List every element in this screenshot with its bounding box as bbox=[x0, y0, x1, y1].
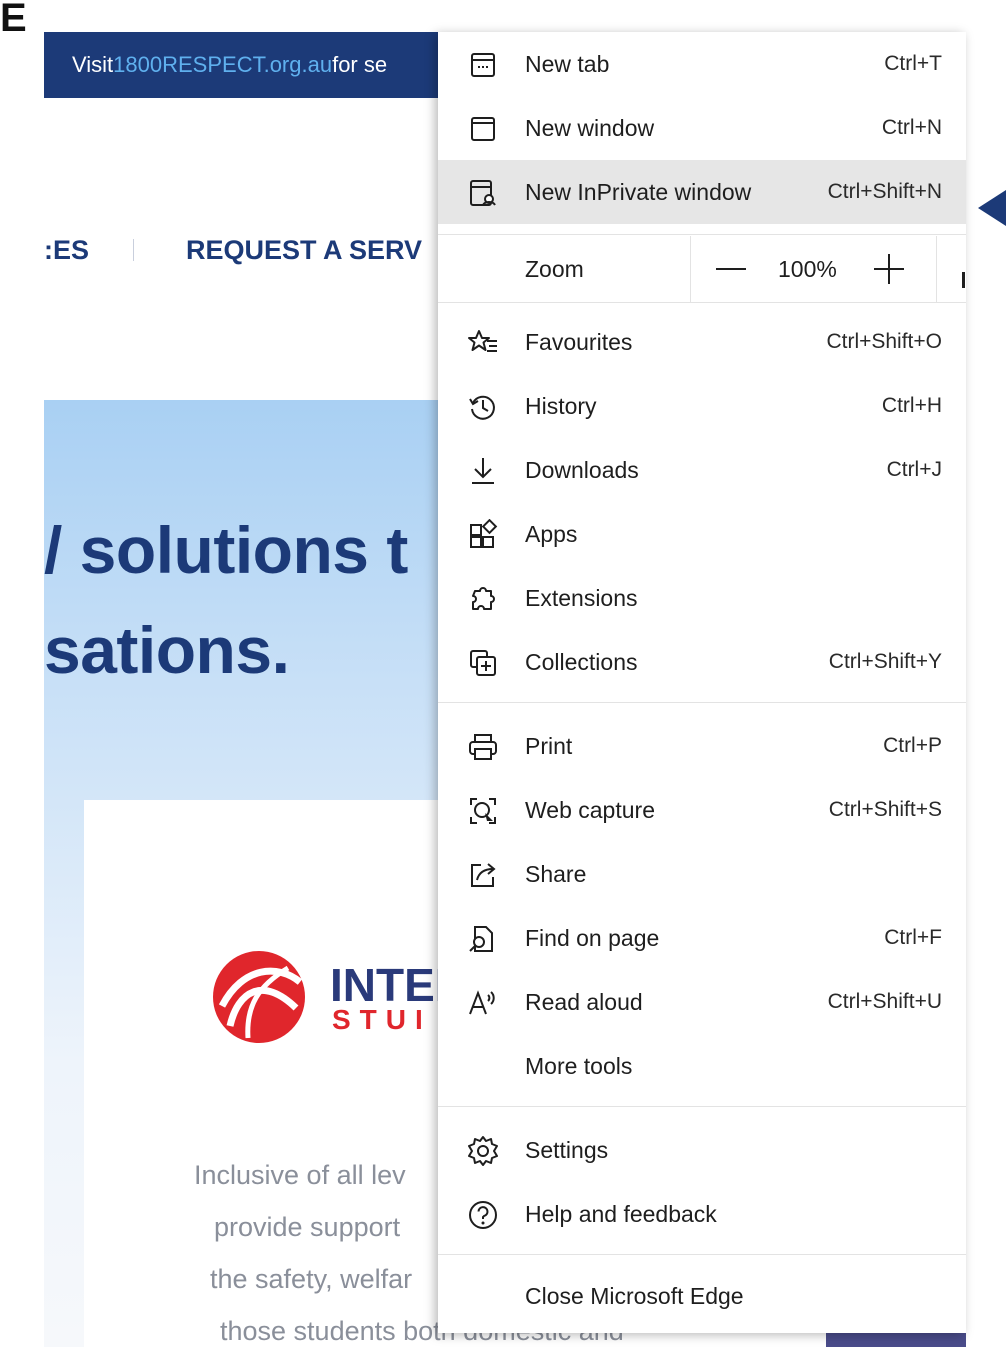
menu-item-label: Help and feedback bbox=[525, 1201, 717, 1227]
banner-visit-text: Visit bbox=[72, 52, 114, 77]
zoom-out-button[interactable] bbox=[706, 246, 756, 292]
menu-item-shortcut: Ctrl+Shift+Y bbox=[828, 650, 942, 673]
menu-item-label: New window bbox=[525, 115, 655, 141]
fullscreen-icon bbox=[962, 272, 965, 288]
help-icon bbox=[467, 1199, 499, 1231]
menu-item-shortcut: Ctrl+N bbox=[881, 116, 942, 139]
zoom-separator bbox=[690, 236, 691, 302]
menu-item-label: New tab bbox=[525, 51, 610, 77]
favourites-icon bbox=[467, 327, 499, 359]
menu-item-shortcut: Ctrl+P bbox=[883, 734, 942, 757]
hero-heading-line-1: / solutions t bbox=[44, 513, 408, 587]
menu-item-label: Web capture bbox=[525, 797, 655, 823]
menu-item-label: Read aloud bbox=[525, 989, 643, 1015]
settings-icon bbox=[467, 1135, 499, 1167]
annotation-arrow-icon bbox=[978, 190, 1006, 226]
zoom-level: 100% bbox=[778, 256, 837, 282]
menu-item-extensions[interactable]: Extensions bbox=[438, 566, 966, 630]
zoom-control: Zoom 100% bbox=[438, 236, 966, 302]
web-capture-icon bbox=[467, 795, 499, 827]
banner-rest-text: for se bbox=[332, 52, 388, 77]
new-tab-icon bbox=[467, 49, 499, 81]
menu-item-close-edge[interactable]: Close Microsoft Edge bbox=[438, 1264, 966, 1328]
zoom-label: Zoom bbox=[525, 256, 584, 282]
menu-item-label: History bbox=[525, 393, 597, 419]
body-line-1: Inclusive of all lev bbox=[194, 1160, 406, 1190]
globe-logo-icon bbox=[208, 946, 310, 1048]
site-nav: :ES REQUEST A SERV bbox=[44, 228, 422, 272]
menu-item-shortcut: Ctrl+H bbox=[881, 394, 942, 417]
extensions-icon bbox=[467, 583, 499, 615]
read-aloud-icon bbox=[467, 987, 499, 1019]
menu-item-shortcut: Ctrl+Shift+N bbox=[827, 180, 942, 203]
menu-item-find-on-page[interactable]: Find on page Ctrl+F bbox=[438, 906, 966, 970]
menu-item-label: Find on page bbox=[525, 925, 660, 951]
zoom-in-button[interactable] bbox=[864, 246, 914, 292]
menu-item-new-tab[interactable]: New tab Ctrl+T bbox=[438, 32, 966, 96]
menu-item-print[interactable]: Print Ctrl+P bbox=[438, 714, 966, 778]
menu-item-label: Extensions bbox=[525, 585, 638, 611]
inprivate-window-icon bbox=[467, 177, 499, 209]
menu-item-collections[interactable]: Collections Ctrl+Shift+Y bbox=[438, 630, 966, 694]
downloads-icon bbox=[467, 455, 499, 487]
menu-item-label: Settings bbox=[525, 1137, 609, 1163]
find-icon bbox=[467, 923, 499, 955]
history-icon bbox=[467, 391, 499, 423]
logo-subtitle: STUI bbox=[332, 1004, 432, 1035]
menu-item-shortcut: Ctrl+Shift+O bbox=[826, 330, 942, 353]
menu-item-history[interactable]: History Ctrl+H bbox=[438, 374, 966, 438]
plus-icon-vertical bbox=[888, 254, 890, 284]
menu-divider bbox=[438, 234, 966, 235]
image-strip bbox=[826, 1333, 966, 1347]
menu-divider bbox=[438, 302, 966, 303]
menu-item-shortcut: Ctrl+J bbox=[886, 458, 942, 481]
apps-icon bbox=[467, 519, 499, 551]
nav-item-services-fragment[interactable]: :ES bbox=[44, 235, 89, 266]
minus-icon bbox=[716, 268, 746, 270]
menu-item-label: Apps bbox=[525, 521, 578, 547]
nav-separator bbox=[133, 239, 135, 261]
menu-item-new-inprivate-window[interactable]: New InPrivate window Ctrl+Shift+N bbox=[438, 160, 966, 224]
menu-divider bbox=[438, 702, 966, 703]
menu-item-shortcut: Ctrl+Shift+S bbox=[828, 798, 942, 821]
edge-settings-menu: New tab Ctrl+T New window Ctrl+N New InP… bbox=[438, 32, 966, 1333]
hero-heading-line-2: sations. bbox=[44, 613, 290, 687]
menu-item-favourites[interactable]: Favourites Ctrl+Shift+O bbox=[438, 310, 966, 374]
menu-item-label: New InPrivate window bbox=[525, 179, 752, 205]
menu-item-apps[interactable]: Apps bbox=[438, 502, 966, 566]
menu-item-shortcut: Ctrl+T bbox=[884, 52, 942, 75]
menu-item-label: Share bbox=[525, 861, 587, 887]
zoom-separator bbox=[936, 236, 937, 302]
fullscreen-button[interactable] bbox=[938, 246, 966, 292]
menu-divider bbox=[438, 1254, 966, 1255]
nav-item-request-service[interactable]: REQUEST A SERV bbox=[186, 235, 422, 266]
menu-item-label: Collections bbox=[525, 649, 638, 675]
menu-item-label: Print bbox=[525, 733, 573, 759]
body-line-2: provide support bbox=[214, 1212, 401, 1242]
menu-divider bbox=[438, 1106, 966, 1107]
menu-item-downloads[interactable]: Downloads Ctrl+J bbox=[438, 438, 966, 502]
body-line-3: the safety, welfar bbox=[210, 1264, 413, 1294]
menu-item-read-aloud[interactable]: Read aloud Ctrl+Shift+U bbox=[438, 970, 966, 1034]
notice-banner: Visit 1800RESPECT.org.au for se bbox=[44, 32, 464, 98]
menu-item-settings[interactable]: Settings bbox=[438, 1118, 966, 1182]
share-icon bbox=[467, 859, 499, 891]
menu-item-web-capture[interactable]: Web capture Ctrl+Shift+S bbox=[438, 778, 966, 842]
menu-item-label: Close Microsoft Edge bbox=[525, 1283, 744, 1309]
print-icon bbox=[467, 731, 499, 763]
new-window-icon bbox=[467, 113, 499, 145]
menu-item-more-tools[interactable]: More tools bbox=[438, 1034, 966, 1098]
corner-glyph: E bbox=[0, 0, 27, 40]
collections-icon bbox=[467, 647, 499, 679]
menu-item-label: More tools bbox=[525, 1053, 633, 1079]
banner-link[interactable]: 1800RESPECT.org.au bbox=[113, 52, 332, 78]
menu-item-shortcut: Ctrl+Shift+U bbox=[827, 990, 942, 1013]
menu-item-share[interactable]: Share bbox=[438, 842, 966, 906]
menu-item-new-window[interactable]: New window Ctrl+N bbox=[438, 96, 966, 160]
menu-item-help-and-feedback[interactable]: Help and feedback bbox=[438, 1182, 966, 1246]
menu-item-shortcut: Ctrl+F bbox=[884, 926, 942, 949]
menu-item-label: Favourites bbox=[525, 329, 633, 355]
menu-item-label: Downloads bbox=[525, 457, 639, 483]
